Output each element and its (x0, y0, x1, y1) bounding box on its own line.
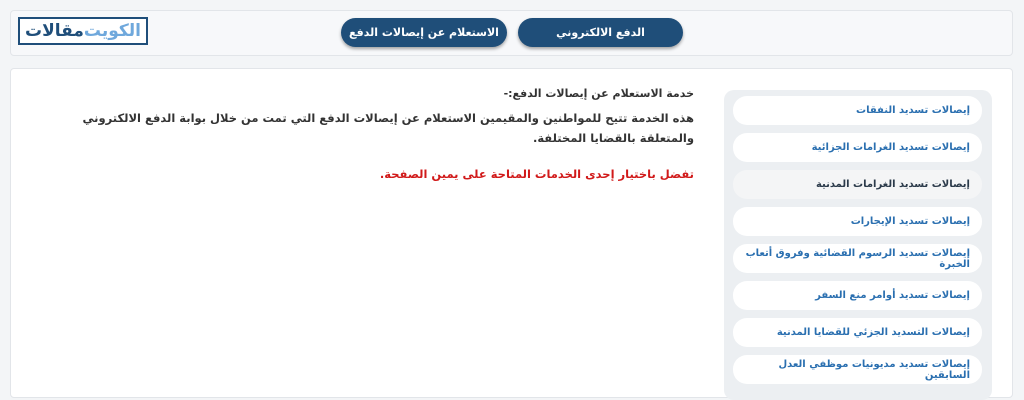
payment-receipts-inquiry-button[interactable]: الاستعلام عن إيصالات الدفع (341, 18, 507, 47)
sidebar-item-rent-receipts[interactable]: إيصالات تسديد الإيجارات (733, 207, 982, 236)
service-title: خدمة الاستعلام عن إيصالات الدفع:- (503, 87, 694, 100)
electronic-payment-button[interactable]: الدفع الالكتروني (518, 18, 683, 47)
sidebar-item-alimony-receipts[interactable]: إيصالات تسديد النفقات (733, 96, 982, 125)
logo-text-main: مقالات (24, 21, 84, 41)
service-info: خدمة الاستعلام عن إيصالات الدفع:- هذه ال… (64, 86, 694, 182)
top-bar (10, 10, 1013, 56)
site-logo[interactable]: مقالات الكويت (18, 17, 148, 45)
sidebar-item-civil-fines-receipts[interactable]: إيصالات تسديد الغرامات المدنية (733, 170, 982, 199)
sidebar-item-partial-payment-receipts[interactable]: إيصالات التسديد الجزئي للقضايا المدنية (733, 318, 982, 347)
service-description: هذه الخدمة تتيح للمواطنين والمقيمين الاس… (82, 111, 694, 145)
service-note: تفضل باختيار إحدى الخدمات المتاحة على يم… (379, 167, 694, 181)
sidebar-item-former-employees-debts-receipts[interactable]: إيصالات تسديد مديونيات موظفي العدل الساب… (733, 355, 982, 384)
services-sidebar: إيصالات تسديد النفقات إيصالات تسديد الغر… (724, 90, 992, 400)
sidebar-item-judicial-fees-receipts[interactable]: إيصالات تسديد الرسوم القضائية وفروق أتعا… (733, 244, 982, 273)
sidebar-item-travel-ban-receipts[interactable]: إيصالات تسديد أوامر منع السفر (733, 281, 982, 310)
sidebar-item-criminal-fines-receipts[interactable]: إيصالات تسديد الغرامات الجزائية (733, 133, 982, 162)
logo-text-accent: الكويت (83, 21, 142, 41)
